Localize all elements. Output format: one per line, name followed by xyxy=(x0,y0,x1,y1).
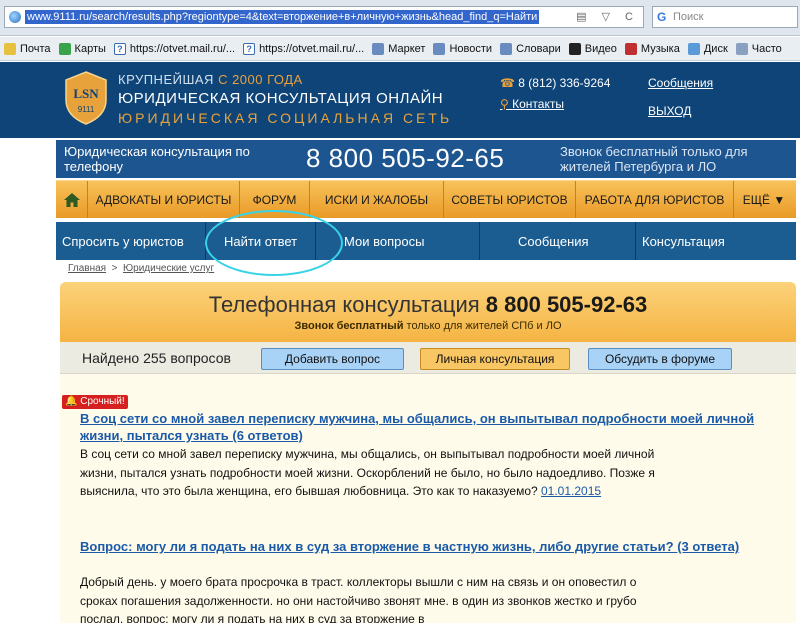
urgent-badge: 🔔 Срочный! xyxy=(62,395,128,409)
bookmarks-bar: Почта Карты ? https://otvet.mail.ru/... ?… xyxy=(0,37,800,61)
bookmark-item[interactable]: Видео xyxy=(568,42,617,55)
browser-toolbar: www.9111.ru/search/results.php?regiontyp… xyxy=(0,0,800,36)
brand-line-2: ЮРИДИЧЕСКАЯ КОНСУЛЬТАЦИЯ ОНЛАЙН xyxy=(118,90,444,107)
question-title-link[interactable]: В соц сети со мной завел переписку мужчи… xyxy=(80,410,780,444)
consult-banner-subtitle: Звонок бесплатный только для жителей СПб… xyxy=(294,320,562,332)
bookmark-item[interactable]: Часто xyxy=(735,42,782,55)
disk-icon xyxy=(687,42,700,55)
question-excerpt: В соц сети со мной завел переписку мужчи… xyxy=(80,447,655,498)
discuss-forum-button[interactable]: Обсудить в форуме xyxy=(588,348,732,370)
location-pin-icon: ⚲ xyxy=(500,97,509,111)
google-icon: G xyxy=(657,10,667,24)
globe-icon xyxy=(9,11,21,23)
play-icon xyxy=(568,42,581,55)
nav-forum[interactable]: ФОРУМ xyxy=(240,181,310,218)
logo-subtext: 9111 xyxy=(78,105,95,114)
phone-banner-note: Звонок бесплатный только для жителей Пет… xyxy=(560,144,748,174)
brand-line-3: ЮРИДИЧЕСКАЯ СОЦИАЛЬНАЯ СЕТЬ xyxy=(118,110,453,126)
search-icon xyxy=(735,42,748,55)
question-icon: ? xyxy=(113,42,126,55)
question-title-link[interactable]: Вопрос: могу ли я подать на них в суд за… xyxy=(80,538,780,555)
personal-consult-button[interactable]: Личная консультация xyxy=(420,348,570,370)
breadcrumb-home[interactable]: Главная xyxy=(68,263,106,274)
page-icon xyxy=(433,42,446,55)
bookmark-item[interactable]: ? https://otvet.mail.ru/... xyxy=(243,42,364,55)
tab-messages[interactable]: Сообщения xyxy=(480,222,636,260)
tab-find-answer[interactable]: Найти ответ xyxy=(206,222,316,260)
consult-banner-title: Телефонная консультация 8 800 505-92-63 xyxy=(208,292,648,317)
tab-my-questions[interactable]: Мои вопросы xyxy=(316,222,480,260)
bookmark-item[interactable]: ? https://otvet.mail.ru/... xyxy=(113,42,235,55)
results-count: Найдено 255 вопросов xyxy=(82,350,231,366)
header-exit-link[interactable]: ВЫХОД xyxy=(648,104,691,118)
section-tabs: Спросить у юристов Найти ответ Мои вопро… xyxy=(56,222,796,260)
map-icon xyxy=(58,42,71,55)
bookmark-item[interactable]: Карты xyxy=(58,42,106,55)
nav-advice[interactable]: СОВЕТЫ ЮРИСТОВ xyxy=(444,181,576,218)
bookmark-item[interactable]: Новости xyxy=(433,42,492,55)
header-phone: ☎ 8 (812) 336-9264 xyxy=(500,76,611,90)
mail-icon xyxy=(4,42,16,55)
phone-banner-number: 8 800 505-92-65 xyxy=(306,143,505,173)
logo-text: LSN xyxy=(73,86,99,101)
page-icon xyxy=(500,42,513,55)
question-icon: ? xyxy=(243,42,256,55)
nav-claims[interactable]: ИСКИ И ЖАЛОБЫ xyxy=(310,181,444,218)
home-icon[interactable] xyxy=(56,181,88,218)
bell-icon: 🔔 xyxy=(65,396,78,407)
address-bar[interactable]: www.9111.ru/search/results.php?regiontyp… xyxy=(4,6,644,28)
page-icon xyxy=(372,42,385,55)
phone-icon: ☎ xyxy=(500,76,515,90)
tab-ask[interactable]: Спросить у юристов xyxy=(56,222,206,260)
bookmark-item[interactable]: Маркет xyxy=(372,42,425,55)
phone-banner-caption: Юридическая консультация по телефону xyxy=(64,144,250,174)
nav-more[interactable]: ЕЩЁ ▼ xyxy=(734,181,794,218)
search-placeholder: Поиск xyxy=(673,11,704,23)
breadcrumb: Главная > Юридические услуг xyxy=(68,263,215,274)
logo-shield-icon[interactable]: LSN 9111 xyxy=(62,70,110,126)
question-excerpt: Добрый день. у моего брата просрочка в т… xyxy=(80,575,637,623)
nav-lawyers[interactable]: АДВОКАТЫ И ЮРИСТЫ xyxy=(88,181,240,218)
bookmark-item[interactable]: Музыка xyxy=(624,42,680,55)
music-icon xyxy=(624,42,637,55)
nav-jobs[interactable]: РАБОТА ДЛЯ ЮРИСТОВ xyxy=(576,181,734,218)
bookmark-item[interactable]: Диск xyxy=(687,42,728,55)
header-contacts-link[interactable]: ⚲ Контакты xyxy=(500,97,564,111)
bookmark-item[interactable]: Словари xyxy=(500,42,561,55)
url-text[interactable]: www.9111.ru/search/results.php?regiontyp… xyxy=(25,10,540,24)
reload-icon[interactable]: ▤ ▽ C xyxy=(576,10,639,23)
breadcrumb-current[interactable]: Юридические услуг xyxy=(123,263,214,274)
question-date-link[interactable]: 01.01.2015 xyxy=(541,484,601,498)
add-question-button[interactable]: Добавить вопрос xyxy=(261,348,404,370)
tab-consultation[interactable]: Консультация xyxy=(636,222,796,260)
brand-line-1: КРУПНЕЙШАЯ С 2000 ГОДА xyxy=(118,72,303,87)
bookmark-item[interactable]: Почта xyxy=(4,42,51,55)
header-messages-link[interactable]: Сообщения xyxy=(648,76,713,90)
main-nav: АДВОКАТЫ И ЮРИСТЫ ФОРУМ ИСКИ И ЖАЛОБЫ СО… xyxy=(56,180,796,218)
browser-search-box[interactable]: G Поиск xyxy=(652,6,798,28)
